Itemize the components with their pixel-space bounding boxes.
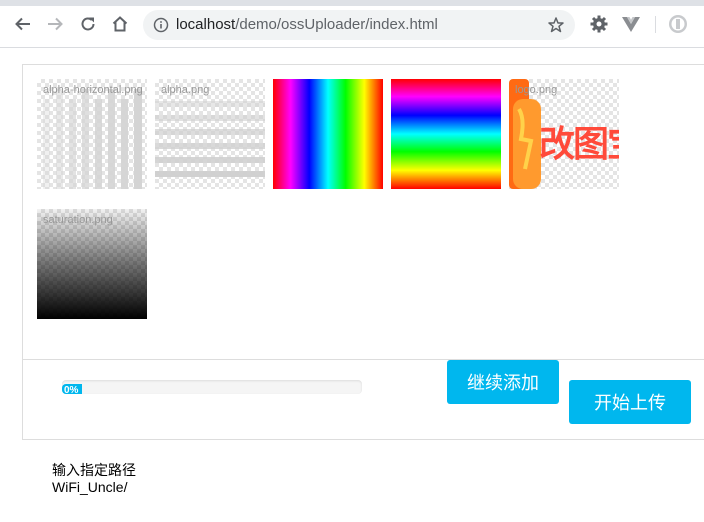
path-label: 输入指定路径 [52, 462, 136, 478]
thumbnail-caption: alpha.png [161, 84, 210, 96]
tab-strip [0, 0, 704, 6]
url-host: localhost [176, 16, 236, 33]
thumbnail-caption: alpha-horizontal.png [43, 84, 143, 96]
forward-arrow-icon [48, 17, 63, 31]
status-divider [22, 359, 704, 360]
thumbnail-alpha[interactable]: alpha.png [155, 79, 265, 189]
upload-progress-track: 0% [62, 380, 362, 394]
info-icon[interactable] [153, 17, 169, 33]
profile-avatar-icon[interactable] [668, 14, 688, 34]
reload-icon [81, 17, 95, 31]
browser-toolbar: localhost/demo/ossUploader/index.html [0, 0, 704, 48]
upload-progress-bar: 0% [62, 384, 82, 394]
address-bar[interactable]: localhost/demo/ossUploader/index.html [143, 10, 575, 40]
logo-text: 改图宝 [539, 124, 619, 165]
thumbnail-caption: logo.png [515, 84, 558, 96]
forward-button[interactable] [45, 14, 65, 34]
path-section: 输入指定路径 WiFi_Uncle/ [52, 462, 136, 496]
thumbnail-alpha-horizontal[interactable]: alpha-horizontal.png [37, 79, 147, 189]
bookmark-star-icon[interactable] [547, 16, 565, 34]
toolbar-separator [655, 16, 656, 33]
extension-gear-icon[interactable] [589, 14, 609, 34]
extension-vue-icon[interactable] [621, 14, 641, 34]
thumbnail-saturation[interactable]: saturation.png [37, 209, 147, 319]
thumbnail-hue-horizontal[interactable] [273, 79, 383, 189]
url-path: /demo/ossUploader/index.html [235, 16, 438, 33]
back-arrow-icon [15, 17, 30, 31]
thumbnail-hue-vertical[interactable] [391, 79, 501, 189]
add-more-button[interactable]: 继续添加 [447, 360, 559, 404]
back-button[interactable] [13, 14, 33, 34]
home-icon [112, 16, 128, 32]
start-upload-button[interactable]: 开始上传 [569, 380, 691, 424]
url-text[interactable]: localhost/demo/ossUploader/index.html [176, 16, 438, 33]
reload-button[interactable] [78, 14, 98, 34]
home-button[interactable] [110, 14, 130, 34]
path-value[interactable]: WiFi_Uncle/ [52, 479, 136, 496]
thumbnail-logo[interactable]: 改图宝 logo.png [509, 79, 619, 189]
thumbnail-caption: saturation.png [43, 214, 113, 226]
